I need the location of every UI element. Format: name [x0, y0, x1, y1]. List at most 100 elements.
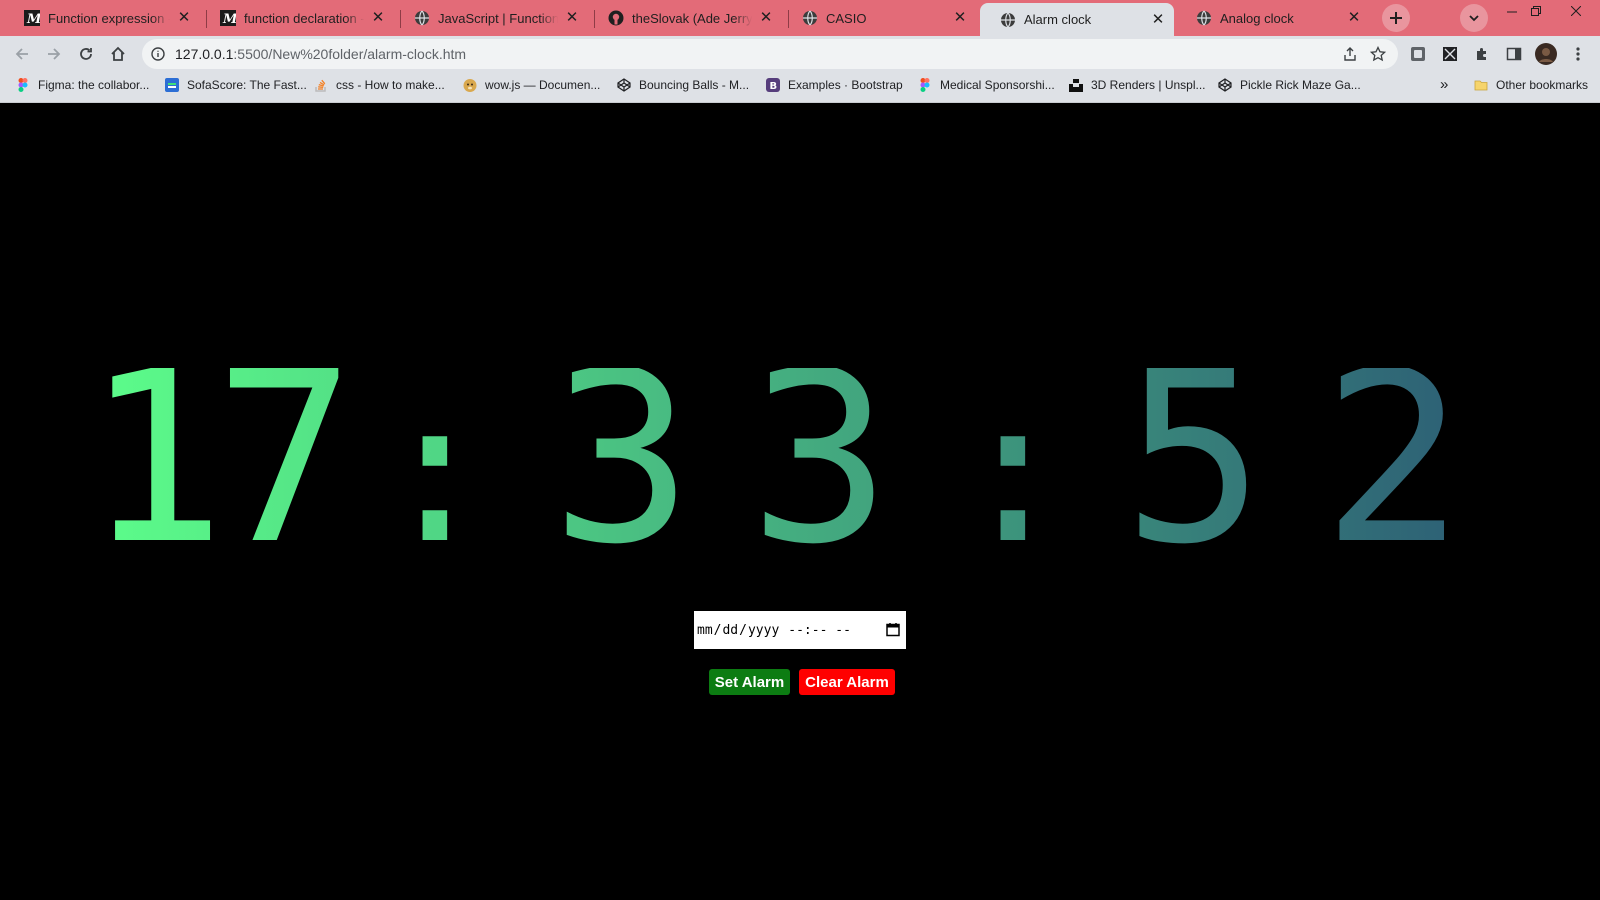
bookmark-medical-sponsorship[interactable]: Medical Sponsorshi... [918, 78, 1055, 92]
figma-icon [16, 78, 30, 92]
close-icon[interactable]: ✕ [952, 10, 968, 26]
bookmark-stackoverflow[interactable]: css - How to make... [314, 78, 445, 92]
svg-text:M: M [26, 12, 40, 26]
extension-button-2[interactable] [1436, 40, 1464, 68]
bookmark-label: 3D Renders | Unspl... [1091, 78, 1206, 92]
digital-clock: 17:3 3:5 2 [84, 368, 1464, 548]
tab-function-declaration[interactable]: M function declaration - JavaScript | MD… [200, 3, 394, 33]
reload-button[interactable] [72, 40, 100, 68]
mdn-icon: M [220, 10, 236, 26]
tab-analog-clock[interactable]: Analog clock ✕ [1176, 3, 1370, 33]
restore-button[interactable] [1520, 0, 1552, 22]
url-host: 127.0.0.1 [175, 46, 234, 62]
minute-digit: 3 [749, 368, 891, 548]
chrome-menu-button[interactable] [1564, 40, 1592, 68]
browser-chrome: M Function expression - JavaScript | MDN… [0, 0, 1600, 103]
tab-title: Analog clock [1220, 10, 1294, 26]
tab-title: theSlovak (Ade Jerry) [632, 10, 752, 26]
tab-title: JavaScript | Function expressions [438, 10, 558, 26]
tab-javascript-function-expressions[interactable]: JavaScript | Function expressions ✕ [394, 3, 588, 33]
calendar-icon[interactable] [886, 622, 900, 637]
tab-title: CASIO [826, 10, 867, 26]
address-bar[interactable]: 127.0.0.1:5500/New%20folder/alarm-clock.… [142, 39, 1398, 69]
tab-title: Function expression - JavaScript | MDN [48, 10, 170, 26]
stackoverflow-icon [314, 78, 328, 92]
forward-button[interactable] [40, 40, 68, 68]
browser-toolbar: 127.0.0.1:5500/New%20folder/alarm-clock.… [0, 36, 1600, 72]
restore-icon [1531, 6, 1541, 16]
tab-strip: M Function expression - JavaScript | MDN… [0, 0, 1600, 36]
bookmark-sofascore[interactable]: SofaScore: The Fast... [165, 78, 307, 92]
unsplash-icon [1069, 78, 1083, 92]
close-icon[interactable]: ✕ [758, 10, 774, 26]
new-tab-button[interactable] [1382, 4, 1410, 32]
sofascore-icon [165, 78, 179, 92]
other-bookmarks[interactable]: Other bookmarks [1474, 78, 1588, 92]
extension-square-icon [1411, 47, 1425, 61]
tab-title: Alarm clock [1024, 12, 1092, 27]
bookmark-label: css - How to make... [336, 78, 445, 92]
back-button[interactable] [8, 40, 36, 68]
tab-casio[interactable]: CASIO ✕ [782, 3, 976, 33]
close-icon[interactable]: ✕ [564, 10, 580, 26]
home-button[interactable] [104, 40, 132, 68]
close-icon [1571, 6, 1581, 16]
clear-alarm-button[interactable]: Clear Alarm [799, 669, 895, 695]
year-field[interactable]: yyyy [748, 623, 779, 638]
side-panel-button[interactable] [1500, 40, 1528, 68]
extension-button[interactable] [1404, 40, 1432, 68]
other-bookmarks-label: Other bookmarks [1496, 78, 1589, 92]
second-digit: 2 [1322, 368, 1464, 548]
set-alarm-button[interactable]: Set Alarm [709, 669, 790, 695]
month-field[interactable]: mm [697, 623, 713, 638]
bookmark-bootstrap[interactable]: B Examples · Bootstrap [766, 78, 903, 92]
chevron-down-icon [1469, 15, 1479, 22]
minimize-icon [1507, 11, 1517, 13]
close-window-button[interactable] [1560, 0, 1592, 22]
codepen-icon [617, 78, 631, 92]
codepen-icon [1218, 78, 1232, 92]
time-field[interactable]: --:-- -- [788, 623, 851, 638]
close-icon[interactable]: ✕ [370, 10, 386, 26]
bookmark-pickle-rick[interactable]: Pickle Rick Maze Ga... [1218, 78, 1361, 92]
close-icon[interactable]: ✕ [1346, 10, 1362, 26]
mdn-icon: M [24, 10, 40, 26]
clock-digits: 17:3 3:5 2 [84, 368, 1464, 548]
hour-digit: 7 [214, 368, 356, 548]
home-icon [111, 46, 125, 61]
side-panel-icon [1506, 47, 1522, 61]
bookmark-label: Medical Sponsorshi... [940, 78, 1055, 92]
tab-search-button[interactable] [1460, 4, 1488, 32]
bookmark-figma[interactable]: Figma: the collabor... [16, 78, 149, 92]
bookmark-unsplash[interactable]: 3D Renders | Unspl... [1069, 78, 1206, 92]
arrow-right-icon [48, 48, 61, 60]
tab-alarm-clock[interactable]: Alarm clock ✕ [980, 3, 1174, 36]
star-icon[interactable] [1370, 46, 1386, 62]
bookmarks-overflow-button[interactable]: » [1440, 76, 1448, 93]
plus-icon [1390, 12, 1402, 24]
bookmark-label: Bouncing Balls - M... [639, 78, 750, 92]
url-path: :5500/New%20folder/alarm-clock.htm [233, 46, 467, 62]
tab-github[interactable]: theSlovak (Ade Jerry) ✕ [588, 3, 782, 33]
bootstrap-icon: B [766, 78, 780, 92]
share-icon[interactable] [1342, 46, 1358, 62]
bookmark-label: wow.js — Documen... [485, 78, 601, 92]
close-icon[interactable]: ✕ [176, 10, 192, 26]
clock-separator: : [953, 368, 1073, 548]
close-icon[interactable]: ✕ [1150, 11, 1166, 28]
extensions-menu-button[interactable] [1468, 40, 1496, 68]
profile-button[interactable] [1532, 40, 1560, 68]
bookmark-wowjs[interactable]: wow.js — Documen... [463, 78, 600, 92]
bookmark-bouncing-balls[interactable]: Bouncing Balls - M... [617, 78, 749, 92]
extension-grid-icon [1443, 47, 1457, 61]
bookmarks-bar: Figma: the collabor... SofaScore: The Fa… [0, 72, 1600, 103]
alarm-datetime-input[interactable]: mm / dd / yyyy --:-- -- [694, 611, 906, 649]
clock-separator: : [375, 368, 495, 548]
day-field[interactable]: dd [722, 623, 738, 638]
doge-icon [463, 78, 477, 92]
info-icon [151, 47, 165, 61]
bookmark-label: Figma: the collabor... [38, 78, 150, 92]
alarm-clock-page: 17:33:52 mm / dd / yyyy --:-- -- Set Ala… [0, 103, 1600, 900]
second-digit: 5 [1123, 368, 1265, 548]
tab-function-expression[interactable]: M Function expression - JavaScript | MDN… [4, 3, 200, 33]
